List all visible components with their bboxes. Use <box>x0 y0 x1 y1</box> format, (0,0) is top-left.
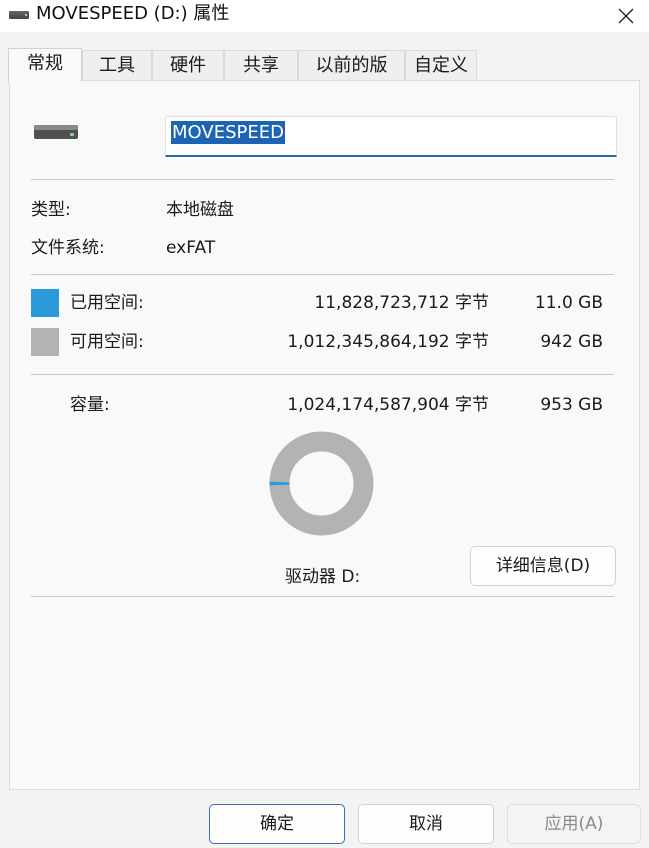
divider <box>31 374 614 375</box>
filesystem-label: 文件系统: <box>31 238 105 258</box>
drive-letter-label: 驱动器 D: <box>285 567 361 587</box>
divider <box>31 274 614 275</box>
capacity-size: 953 GB <box>540 395 603 415</box>
capacity-bytes: 1,024,174,587,904 字节 <box>287 395 489 415</box>
used-space-swatch <box>31 289 59 317</box>
tab-bar: 常规 工具 硬件 共享 以前的版本 自定义 <box>0 48 649 106</box>
tab-customize[interactable]: 自定义 <box>405 50 477 81</box>
cancel-button[interactable]: 取消 <box>358 804 494 844</box>
free-space-bytes: 1,012,345,864,192 字节 <box>287 332 489 352</box>
close-icon <box>618 8 634 24</box>
filesystem-value: exFAT <box>166 238 216 258</box>
close-button[interactable] <box>603 0 649 32</box>
apply-button[interactable]: 应用(A) <box>507 804 641 844</box>
title-bar: MOVESPEED (D:) 属性 <box>0 0 649 32</box>
divider <box>31 596 614 597</box>
ok-button[interactable]: 确定 <box>209 804 345 844</box>
type-label: 类型: <box>31 200 71 220</box>
details-button[interactable]: 详细信息(D) <box>470 546 616 586</box>
free-space-swatch <box>31 328 59 356</box>
used-space-bytes: 11,828,723,712 字节 <box>314 293 489 313</box>
free-space-label: 可用空间: <box>70 332 144 352</box>
disk-usage-donut <box>269 431 374 536</box>
volume-name-text: MOVESPEED <box>171 121 285 144</box>
free-space-size: 942 GB <box>540 332 603 352</box>
used-space-label: 已用空间: <box>70 293 144 313</box>
volume-name-input[interactable]: MOVESPEED <box>165 116 617 157</box>
used-space-size: 11.0 GB <box>534 293 603 313</box>
type-value: 本地磁盘 <box>166 200 234 220</box>
divider <box>31 179 614 180</box>
tab-previous-versions[interactable]: 以前的版本 <box>298 50 405 106</box>
capacity-label: 容量: <box>70 395 110 415</box>
tab-tools[interactable]: 工具 <box>82 50 152 81</box>
free-space-ring <box>269 431 374 536</box>
drive-icon <box>9 11 29 19</box>
tab-general[interactable]: 常规 <box>8 48 82 82</box>
drive-icon <box>34 125 78 139</box>
tab-hardware[interactable]: 硬件 <box>152 50 224 81</box>
tab-sharing[interactable]: 共享 <box>224 50 298 81</box>
window-title: MOVESPEED (D:) 属性 <box>36 3 230 24</box>
